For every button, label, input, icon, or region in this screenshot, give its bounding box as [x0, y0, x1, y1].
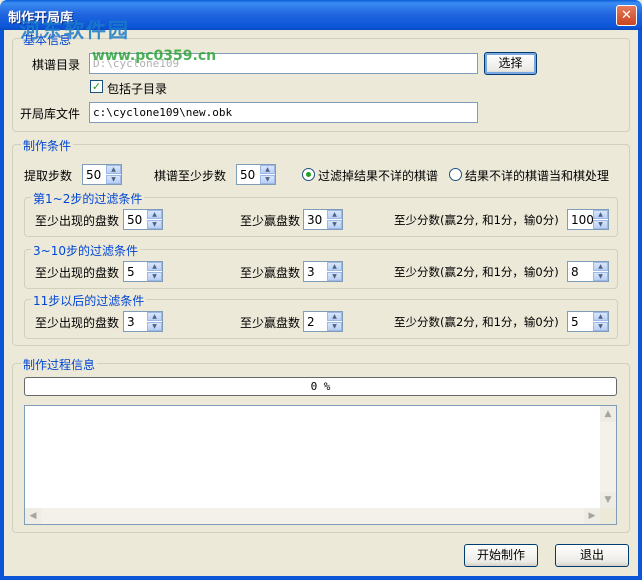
file-input[interactable]: c:\cyclone109\new.obk: [89, 102, 478, 123]
watermark-text-2: www.pc0359.cn: [92, 48, 217, 64]
down-arrow-icon[interactable]: ▼: [327, 272, 342, 281]
scroll-left-icon[interactable]: ◀: [25, 508, 41, 524]
score-value: 8: [571, 265, 579, 279]
up-arrow-icon[interactable]: ▲: [327, 312, 342, 321]
min-steps-stepper[interactable]: 50 ▲ ▼: [236, 164, 276, 185]
appear-stepper[interactable]: 3 ▲ ▼: [123, 311, 163, 332]
up-arrow-icon[interactable]: ▲: [147, 312, 162, 321]
win-value: 2: [307, 315, 315, 329]
up-arrow-icon[interactable]: ▲: [593, 262, 608, 271]
up-arrow-icon[interactable]: ▲: [327, 262, 342, 271]
up-arrow-icon[interactable]: ▲: [593, 312, 608, 321]
horizontal-scrollbar[interactable]: ◀ ▶: [25, 508, 600, 524]
down-arrow-icon[interactable]: ▼: [327, 322, 342, 331]
conditions-legend: 制作条件: [21, 137, 74, 154]
scroll-right-icon[interactable]: ▶: [584, 508, 600, 524]
min-steps-label: 棋谱至少步数: [154, 169, 227, 183]
scroll-down-icon[interactable]: ▼: [600, 492, 616, 508]
down-arrow-icon[interactable]: ▼: [593, 220, 608, 229]
up-arrow-icon[interactable]: ▲: [593, 210, 608, 219]
down-arrow-icon[interactable]: ▼: [106, 175, 121, 184]
filter-group-1-legend: 第1~2步的过滤条件: [31, 190, 145, 207]
down-arrow-icon[interactable]: ▼: [147, 220, 162, 229]
down-arrow-icon[interactable]: ▼: [260, 175, 275, 184]
appear-value: 5: [127, 265, 135, 279]
score-stepper[interactable]: 100 ▲ ▼: [567, 209, 609, 230]
progress-text: 0 %: [310, 380, 331, 393]
score-value: 100: [571, 213, 594, 227]
close-button[interactable]: ✕: [616, 5, 637, 26]
down-arrow-icon[interactable]: ▼: [593, 322, 608, 331]
score-label: 至少分数(赢2分, 和1分，输0分): [394, 265, 559, 279]
appear-value: 3: [127, 315, 135, 329]
up-arrow-icon[interactable]: ▲: [327, 210, 342, 219]
score-label: 至少分数(赢2分, 和1分，输0分): [394, 213, 559, 227]
appear-label: 至少出现的盘数: [35, 214, 120, 228]
window-frame-left: [0, 30, 4, 580]
extract-steps-value: 50: [86, 168, 102, 182]
score-stepper[interactable]: 8 ▲ ▼: [567, 261, 609, 282]
up-arrow-icon[interactable]: ▲: [147, 210, 162, 219]
win-label: 至少赢盘数: [240, 214, 301, 228]
log-textarea[interactable]: ▲ ▼ ◀ ▶: [24, 405, 617, 525]
win-label: 至少赢盘数: [240, 266, 301, 280]
window-frame-right: [638, 30, 642, 580]
down-arrow-icon[interactable]: ▼: [147, 322, 162, 331]
appear-stepper[interactable]: 5 ▲ ▼: [123, 261, 163, 282]
score-stepper[interactable]: 5 ▲ ▼: [567, 311, 609, 332]
win-stepper[interactable]: 2 ▲ ▼: [303, 311, 343, 332]
appear-label: 至少出现的盘数: [35, 266, 120, 280]
progress-bar: 0 %: [24, 377, 617, 396]
win-stepper[interactable]: 30 ▲ ▼: [303, 209, 343, 230]
watermark-text-1: 河东软件园: [20, 18, 130, 42]
min-steps-value: 50: [240, 168, 256, 182]
unknown-as-draw-label: 结果不详的棋谱当和棋处理: [465, 169, 610, 183]
score-label: 至少分数(赢2分, 和1分，输0分): [394, 315, 559, 329]
start-button[interactable]: 开始制作: [464, 544, 538, 567]
down-arrow-icon[interactable]: ▼: [327, 220, 342, 229]
file-label: 开局库文件: [20, 107, 81, 121]
include-subdir-checkbox[interactable]: ✓: [90, 80, 103, 93]
win-stepper[interactable]: 3 ▲ ▼: [303, 261, 343, 282]
dir-label: 棋谱目录: [32, 58, 81, 72]
scroll-corner: [600, 508, 616, 524]
up-arrow-icon[interactable]: ▲: [147, 262, 162, 271]
down-arrow-icon[interactable]: ▼: [147, 272, 162, 281]
appear-stepper[interactable]: 50 ▲ ▼: [123, 209, 163, 230]
vertical-scrollbar[interactable]: ▲ ▼: [600, 406, 616, 508]
win-value: 30: [307, 213, 323, 227]
filter-unknown-radio[interactable]: [302, 168, 315, 181]
down-arrow-icon[interactable]: ▼: [593, 272, 608, 281]
win-label: 至少赢盘数: [240, 316, 301, 330]
up-arrow-icon[interactable]: ▲: [106, 165, 121, 174]
window-frame-bottom: [0, 576, 642, 580]
filter-group-2-legend: 3~10步的过滤条件: [31, 242, 140, 259]
extract-steps-label: 提取步数: [24, 169, 73, 183]
win-value: 3: [307, 265, 315, 279]
filter-unknown-label: 过滤掉结果不详的棋谱: [318, 169, 439, 183]
exit-button[interactable]: 退出: [555, 544, 629, 567]
appear-value: 50: [127, 213, 143, 227]
score-value: 5: [571, 315, 579, 329]
process-legend: 制作过程信息: [21, 356, 98, 373]
extract-steps-stepper[interactable]: 50 ▲ ▼: [82, 164, 122, 185]
up-arrow-icon[interactable]: ▲: [260, 165, 275, 174]
appear-label: 至少出现的盘数: [35, 316, 120, 330]
scroll-up-icon[interactable]: ▲: [600, 406, 616, 422]
include-subdir-label: 包括子目录: [107, 82, 168, 96]
filter-group-3-legend: 11步以后的过滤条件: [31, 292, 147, 309]
select-dir-button[interactable]: 选择: [484, 52, 537, 75]
unknown-as-draw-radio[interactable]: [449, 168, 462, 181]
